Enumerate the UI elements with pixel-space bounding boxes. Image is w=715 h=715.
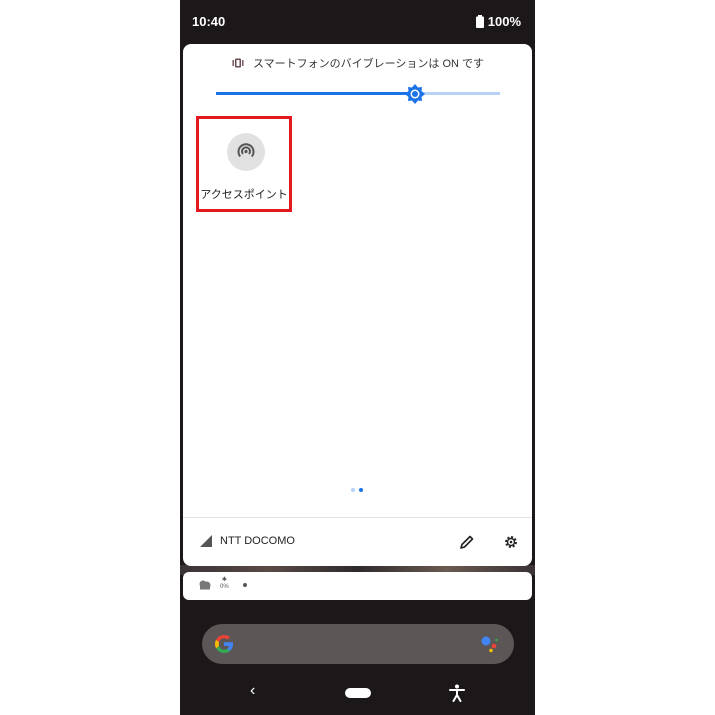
brightness-thumb[interactable] bbox=[404, 84, 425, 104]
vibrate-icon bbox=[232, 58, 244, 68]
vibration-status: スマートフォンのバイブレーションは ON です bbox=[183, 55, 532, 71]
status-bar: 10:40 100% bbox=[180, 0, 535, 42]
brightness-icon bbox=[404, 84, 425, 104]
gear-icon bbox=[505, 536, 517, 548]
phone-screen: 10:40 100% スマートフォンのバイブレーションは ON です アクセスポ… bbox=[180, 0, 535, 715]
home-button[interactable] bbox=[345, 688, 371, 698]
brightness-slider[interactable] bbox=[216, 84, 500, 104]
page-dot-1 bbox=[351, 488, 355, 492]
battery-percent: 100% bbox=[487, 14, 521, 29]
edit-button[interactable] bbox=[459, 534, 475, 550]
quick-settings-panel: スマートフォンのバイブレーションは ON です アクセスポイント NTT DOC… bbox=[183, 44, 532, 566]
rain-chance: ✱ 0% bbox=[220, 577, 229, 591]
accessibility-icon[interactable] bbox=[448, 684, 466, 702]
hotspot-icon-circle bbox=[227, 133, 265, 171]
battery-icon bbox=[475, 15, 484, 28]
signal-icon bbox=[200, 535, 212, 547]
pencil-icon bbox=[460, 535, 474, 549]
panel-divider bbox=[183, 517, 532, 518]
cloudy-icon bbox=[199, 580, 211, 590]
navigation-bar: ‹ bbox=[180, 680, 535, 710]
back-button[interactable]: ‹ bbox=[250, 682, 255, 700]
carrier-info: NTT DOCOMO bbox=[200, 535, 295, 547]
sun-icon: ✱ bbox=[221, 577, 227, 583]
google-search-bar[interactable] bbox=[202, 624, 514, 664]
google-logo-icon bbox=[215, 635, 233, 653]
brightness-track-rest bbox=[414, 92, 500, 95]
page-indicator bbox=[351, 488, 363, 492]
google-assistant-icon bbox=[481, 636, 498, 653]
clock: 10:40 bbox=[192, 14, 226, 29]
notification-dot bbox=[243, 583, 247, 587]
rain-chance-text: 0% bbox=[220, 584, 229, 590]
page-dot-2 bbox=[359, 488, 363, 492]
weather-notification[interactable]: ✱ 0% bbox=[183, 572, 532, 600]
brightness-track-fill bbox=[216, 92, 415, 95]
carrier-name: NTT DOCOMO bbox=[220, 535, 295, 547]
settings-button[interactable] bbox=[503, 534, 519, 550]
hotspot-label: アクセスポイント bbox=[200, 189, 288, 201]
hotspot-icon bbox=[237, 143, 255, 158]
vibration-text: スマートフォンのバイブレーションは ON です bbox=[252, 58, 485, 70]
hotspot-tile[interactable]: アクセスポイント bbox=[196, 116, 292, 212]
battery-indicator: 100% bbox=[475, 14, 521, 29]
